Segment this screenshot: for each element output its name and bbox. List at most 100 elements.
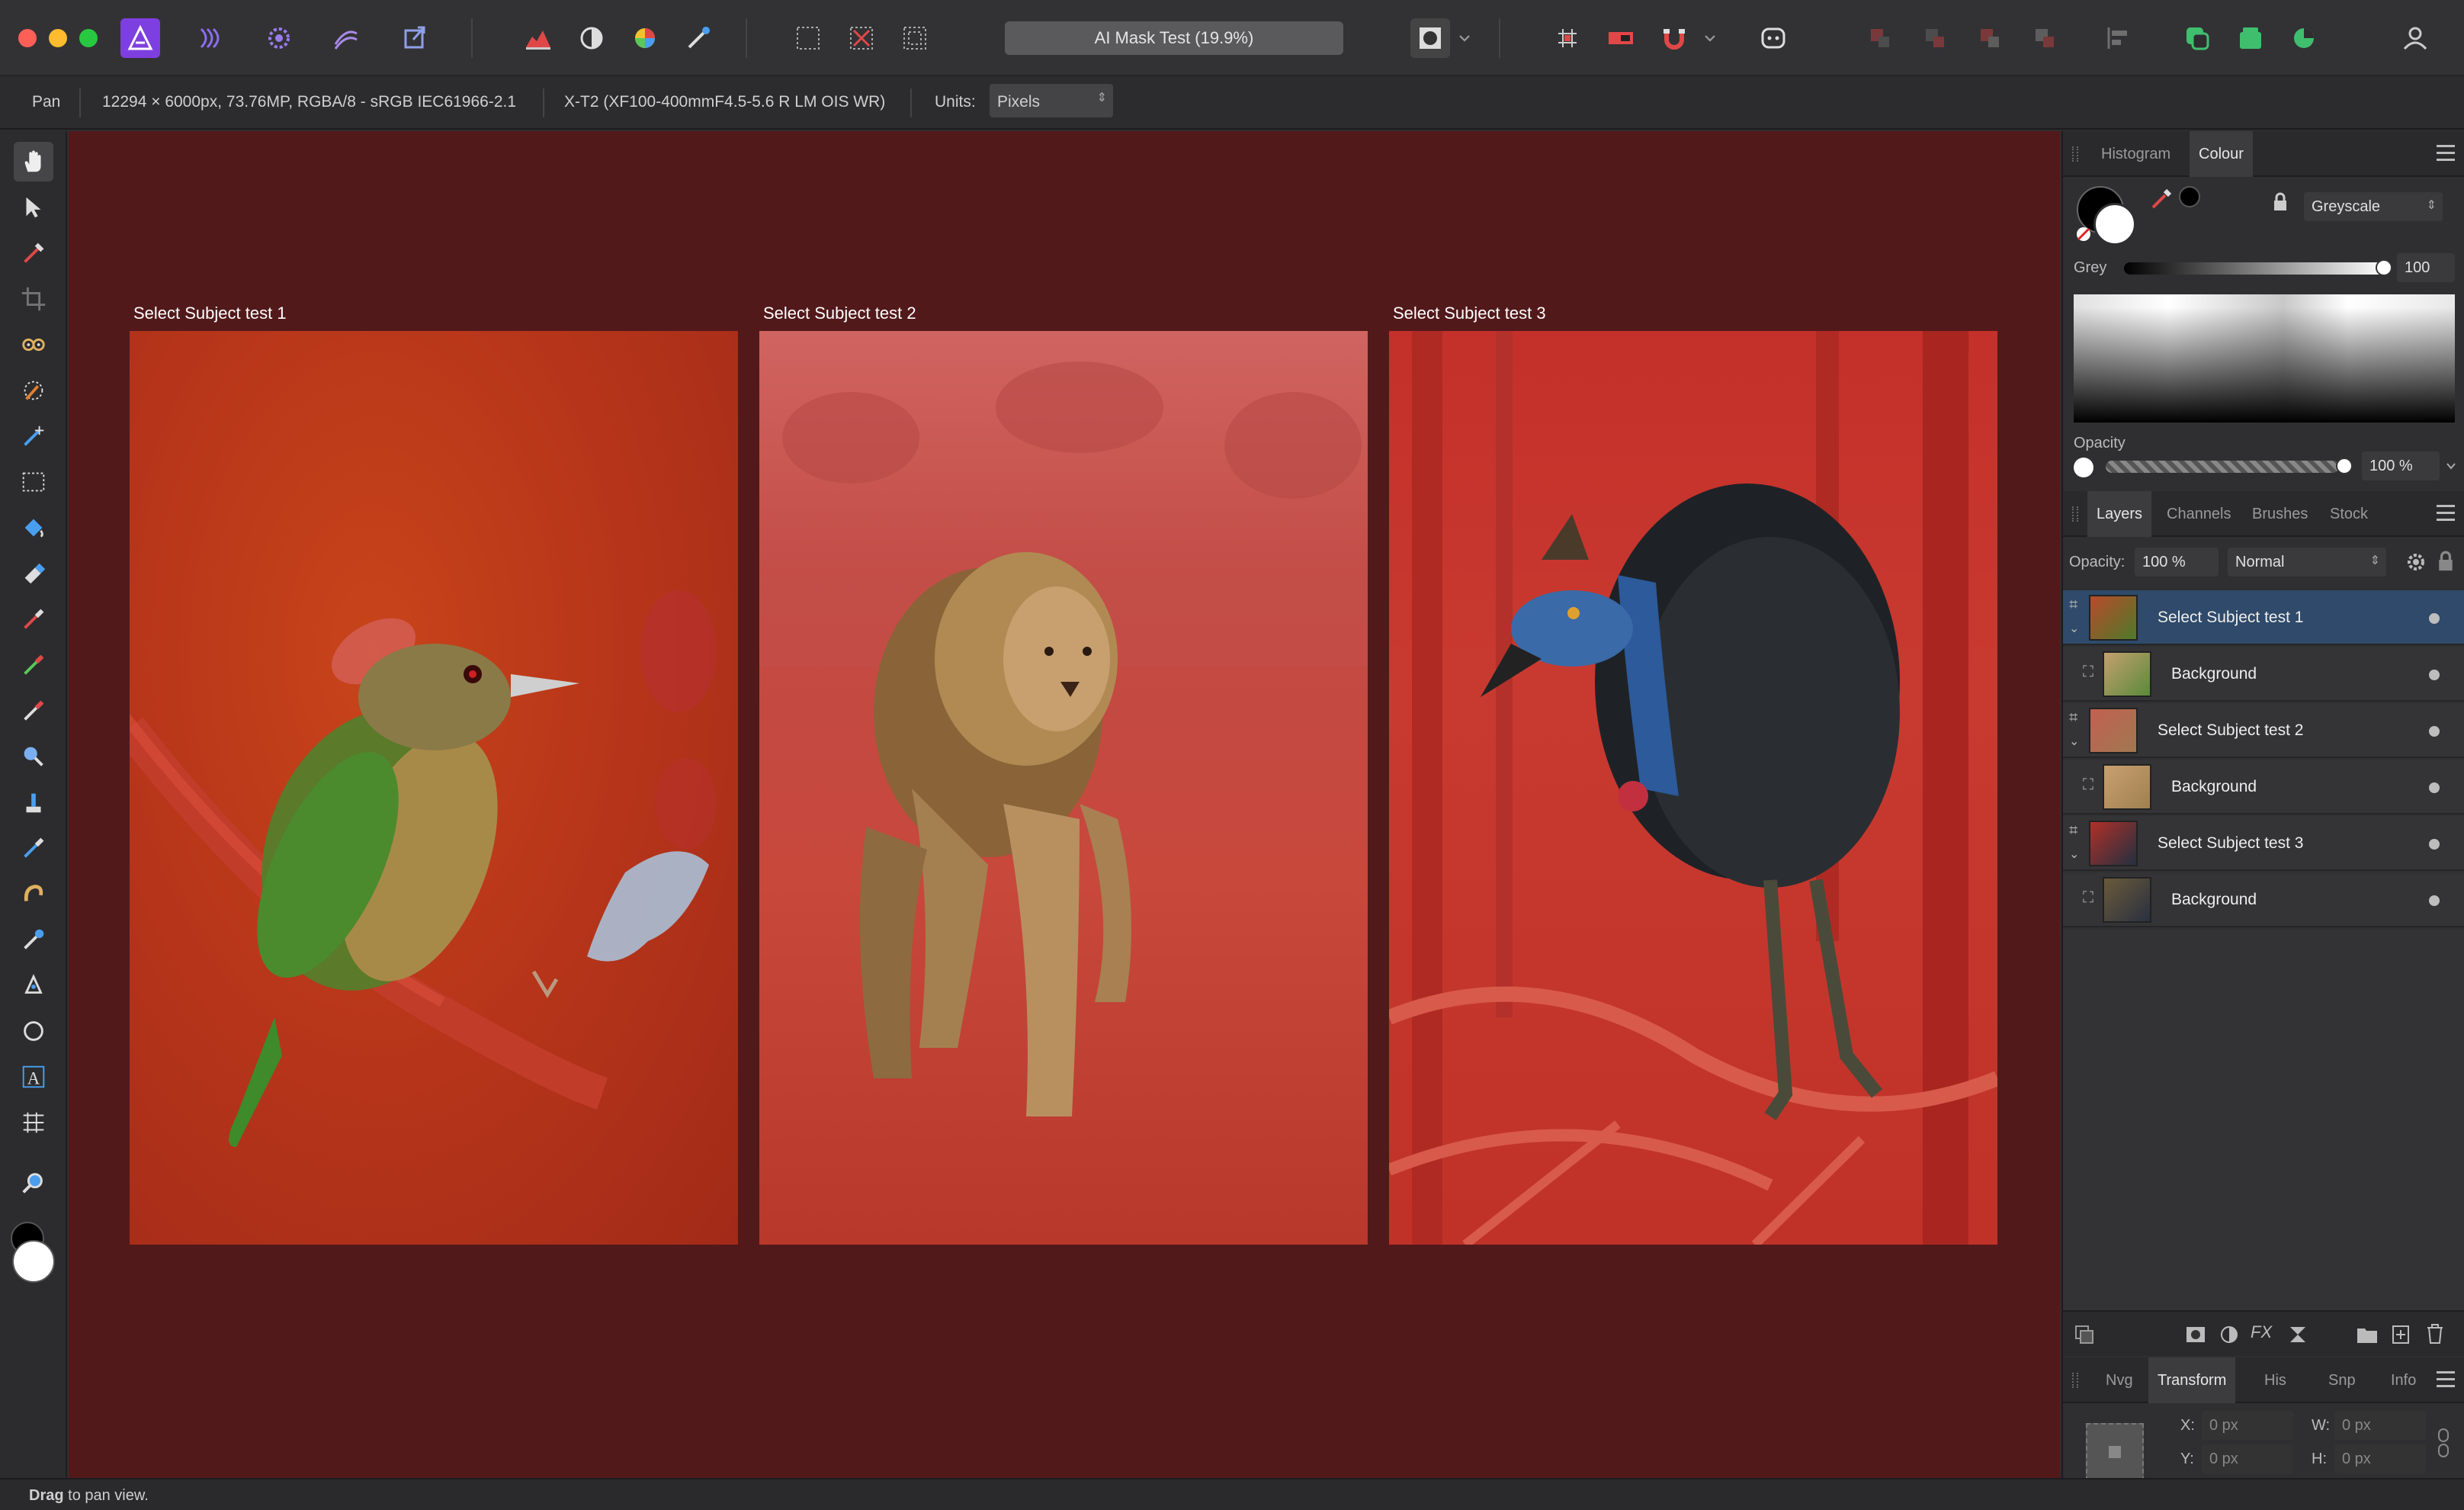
tab-history[interactable]: His: [2255, 1357, 2296, 1403]
tab-transform[interactable]: Transform: [2148, 1357, 2236, 1403]
snapping-dropdown-icon[interactable]: [1699, 18, 1721, 58]
align-icon[interactable]: [2098, 18, 2138, 58]
zoom-window-button[interactable]: [79, 29, 98, 47]
secondary-colour-swatch[interactable]: [12, 1240, 55, 1283]
panel-menu-icon[interactable]: [2437, 505, 2455, 522]
y-field[interactable]: 0 px: [2202, 1444, 2293, 1473]
eraser-tool-icon[interactable]: [14, 554, 53, 593]
close-window-button[interactable]: [18, 29, 37, 47]
lock-icon[interactable]: [2437, 551, 2455, 572]
flood-fill-tool-icon[interactable]: [14, 508, 53, 548]
marquee-tool-icon[interactable]: [14, 462, 53, 502]
patch-tool-icon[interactable]: [14, 920, 53, 959]
stroke-colour-swatch[interactable]: [2093, 203, 2136, 246]
hand-tool-icon[interactable]: [14, 142, 53, 182]
colour-swatch-gradient[interactable]: [2074, 294, 2455, 422]
adjustment-layer-icon[interactable]: [2219, 1324, 2240, 1345]
personas-studio-icon[interactable]: [2177, 18, 2217, 58]
selection-brush-tool-icon[interactable]: [14, 371, 53, 410]
auto-contrast-icon[interactable]: [572, 18, 611, 58]
colour-wheel-icon[interactable]: [2284, 18, 2324, 58]
tab-stock[interactable]: Stock: [2321, 491, 2377, 537]
chevron-down-icon[interactable]: ⌄: [2069, 847, 2079, 862]
opacity-value-field[interactable]: 100 %: [2362, 451, 2440, 480]
liquify-persona-icon[interactable]: [191, 18, 230, 58]
units-select[interactable]: Pixels ⇕: [990, 84, 1113, 117]
assistant-icon[interactable]: [1753, 18, 1793, 58]
tab-info[interactable]: Info: [2382, 1357, 2425, 1403]
develop-persona-icon[interactable]: [259, 18, 299, 58]
flood-select-tool-icon[interactable]: [14, 416, 53, 456]
tone-mapping-persona-icon[interactable]: [326, 18, 366, 58]
snapping-magnet-icon[interactable]: [1654, 18, 1694, 58]
w-field[interactable]: 0 px: [2334, 1411, 2426, 1440]
tab-histogram[interactable]: Histogram: [2092, 131, 2180, 177]
mesh-tool-icon[interactable]: [14, 1103, 53, 1142]
auto-white-balance-icon[interactable]: [679, 18, 718, 58]
snapping-grid-icon[interactable]: [1548, 18, 1587, 58]
arrange-back-icon[interactable]: [1860, 18, 1900, 58]
clone-brush-tool-icon[interactable]: [14, 645, 53, 685]
text-tool-icon[interactable]: A: [14, 1057, 53, 1097]
arrange-forward-icon[interactable]: [1970, 18, 2010, 58]
zoom-tool-icon[interactable]: [14, 1164, 53, 1203]
paint-brush-tool-icon[interactable]: [14, 599, 53, 639]
photo-lion[interactable]: [759, 331, 1368, 1245]
panel-menu-icon[interactable]: [2437, 1371, 2455, 1388]
layer-row[interactable]: ⛶ Background: [2063, 760, 2464, 814]
healing-brush-tool-icon[interactable]: [14, 691, 53, 731]
deselect-icon[interactable]: [842, 18, 881, 58]
colour-mode-select[interactable]: Greyscale ⇕: [2304, 192, 2443, 221]
invert-selection-icon[interactable]: [895, 18, 935, 58]
ellipse-tool-icon[interactable]: [14, 1011, 53, 1051]
tab-navigator[interactable]: Nvg: [2097, 1357, 2142, 1403]
eyedropper-icon[interactable]: [2148, 185, 2176, 212]
picked-colour-swatch[interactable]: [2179, 186, 2200, 207]
dodge-tool-icon[interactable]: [14, 737, 53, 776]
quick-mask-dropdown-icon[interactable]: [1453, 18, 1476, 58]
select-all-icon[interactable]: [788, 18, 828, 58]
quick-mask-icon[interactable]: [1410, 18, 1450, 58]
crop-tool-icon[interactable]: [14, 279, 53, 319]
x-field[interactable]: 0 px: [2202, 1411, 2293, 1440]
move-tool-icon[interactable]: [14, 188, 53, 227]
tab-snapshots[interactable]: Snp: [2319, 1357, 2365, 1403]
grey-value-field[interactable]: 100: [2397, 253, 2455, 282]
panel-grip-icon[interactable]: [2072, 506, 2078, 522]
chevron-down-icon[interactable]: ⌄: [2069, 734, 2079, 749]
photo-bird[interactable]: [130, 331, 738, 1245]
anchor-selector[interactable]: [2086, 1423, 2144, 1481]
chevron-down-icon[interactable]: ⌄: [2069, 621, 2079, 636]
layer-row[interactable]: ⌗ ⌄ Select Subject test 2: [2063, 703, 2464, 758]
visibility-dot-icon[interactable]: [2429, 895, 2440, 906]
opacity-slider[interactable]: [2106, 461, 2339, 473]
trash-icon[interactable]: [2424, 1322, 2446, 1345]
link-dimensions-icon[interactable]: [2437, 1428, 2450, 1458]
no-fill-icon[interactable]: [2075, 226, 2092, 243]
library-icon[interactable]: [2231, 18, 2270, 58]
photo-persona-icon[interactable]: [120, 18, 160, 58]
layer-opacity-field[interactable]: 100 %: [2135, 548, 2219, 577]
visibility-dot-icon[interactable]: [2429, 839, 2440, 850]
panel-menu-icon[interactable]: [2437, 145, 2455, 162]
visibility-dot-icon[interactable]: [2429, 613, 2440, 624]
visibility-dot-icon[interactable]: [2429, 726, 2440, 737]
visibility-dot-icon[interactable]: [2429, 782, 2440, 793]
minimize-window-button[interactable]: [49, 29, 67, 47]
colour-picker-tool-icon[interactable]: [14, 233, 53, 273]
layer-fx-toggle-icon[interactable]: [2074, 1324, 2095, 1345]
live-filter-icon[interactable]: [2287, 1324, 2308, 1345]
auto-colour-icon[interactable]: [625, 18, 665, 58]
grey-slider-handle[interactable]: [2376, 259, 2392, 276]
chevron-down-icon[interactable]: [2444, 459, 2458, 473]
photo-cassowary[interactable]: [1389, 331, 1997, 1245]
smudge-tool-icon[interactable]: [14, 828, 53, 868]
export-persona-icon[interactable]: [395, 18, 435, 58]
grey-slider[interactable]: [2124, 262, 2385, 275]
tab-colour[interactable]: Colour: [2190, 131, 2253, 177]
sponge-tool-icon[interactable]: [14, 782, 53, 822]
layer-row[interactable]: ⛶ Background: [2063, 647, 2464, 702]
arrange-front-icon[interactable]: [2025, 18, 2065, 58]
levels-adjustment-icon[interactable]: [518, 18, 558, 58]
account-icon[interactable]: [2395, 18, 2435, 58]
